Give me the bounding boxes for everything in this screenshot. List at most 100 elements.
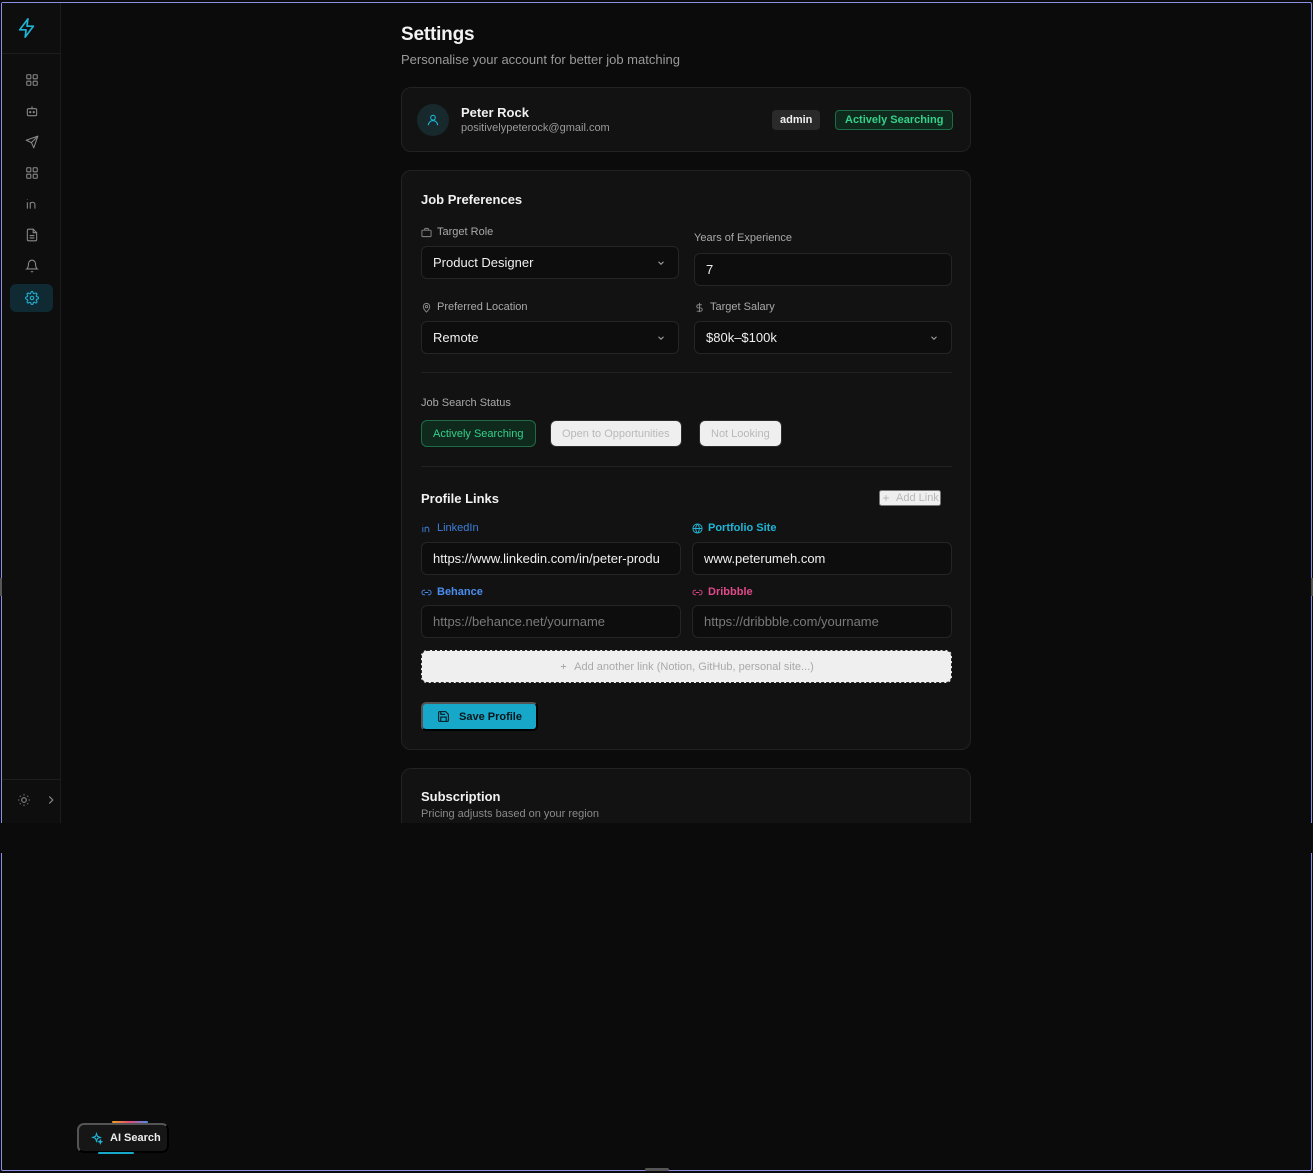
preferred-location-label: Preferred Location [421,301,528,313]
status-badge: Actively Searching [835,110,954,130]
linkedin-icon [26,199,35,209]
linkedin-value: https://www.linkedin.com/in/peter-produ [433,551,660,566]
role-badge: admin [772,110,821,130]
target-role-value: Product Designer [433,255,534,270]
job-search-status-label: Job Search Status [421,397,511,409]
linkedin-label: LinkedIn [421,522,479,534]
behance-input[interactable]: https://behance.net/yourname [421,605,681,638]
dribbble-label: Dribbble [692,586,753,598]
linkedin-label-text: LinkedIn [437,522,479,534]
avatar [417,104,449,136]
bell-icon [24,259,39,273]
add-link-button[interactable]: Add Link [879,490,941,506]
job-preferences-title: Job Preferences [421,192,523,207]
sidebar-item-documents[interactable] [10,221,53,249]
behance-label: Behance [421,586,483,598]
theme-toggle-sun-icon[interactable] [17,793,31,807]
dribbble-input[interactable]: https://dribbble.com/yourname [692,605,952,638]
years-experience-label-text: Years of Experience [694,232,793,244]
sidebar-item-send[interactable] [10,128,53,156]
ai-search-accent-bottom [98,1152,134,1154]
sidebar-item-notifications[interactable] [10,252,53,280]
chevron-down-icon [658,336,664,340]
location-pin-icon [422,302,431,313]
preferred-location-value: Remote [433,330,479,345]
sidebar-bottom-divider [2,779,61,780]
save-icon [438,711,449,722]
plus-icon [883,495,889,501]
profile-links-title: Profile Links [421,491,500,506]
portfolio-value: www.peterumeh.com [704,551,826,566]
status-chip-not-looking[interactable]: Not Looking [699,420,782,447]
preferred-location-label-text: Preferred Location [437,301,528,313]
viewport-clip [0,823,1313,853]
portfolio-label: Portfolio Site [692,522,776,534]
globe-icon [692,522,703,534]
chevron-down-icon [931,336,937,340]
expand-sidebar-chevron-icon[interactable] [44,793,58,807]
grid-icon [25,167,38,179]
document-icon [26,228,37,242]
sidebar-item-dashboard[interactable] [10,66,53,94]
page-header: Settings Personalise your account for be… [401,24,971,67]
section-divider [421,372,952,373]
target-salary-value: $80k–$100k [706,330,777,345]
behance-label-text: Behance [437,586,483,598]
preferred-location-select[interactable]: Remote [421,321,679,354]
linkedin-icon [422,524,430,532]
sparkles-icon [91,1131,103,1145]
target-role-select[interactable]: Product Designer [421,246,679,279]
subscription-subtitle: Pricing adjusts based on your region [421,808,599,820]
dribbble-label-text: Dribbble [708,586,753,598]
window-edge-handle-left [0,578,2,596]
send-icon [25,135,38,149]
status-chip-actively-searching[interactable]: Actively Searching [421,420,536,447]
bolt-logo-icon[interactable] [16,17,38,39]
gear-icon [24,291,39,305]
subscription-title: Subscription [421,789,501,804]
years-experience-input[interactable]: 7 [694,253,952,286]
user-email: positivelypeterock@gmail.com [461,122,610,134]
sidebar-item-grid[interactable] [10,159,53,187]
link-icon [421,589,432,595]
job-preferences-card: Job Preferences Target Role Product Desi… [401,170,971,750]
sidebar-item-bot[interactable] [10,97,53,125]
target-salary-select[interactable]: $80k–$100k [694,321,952,354]
briefcase-icon [421,227,432,237]
ai-search-button[interactable]: AI Search [77,1123,169,1153]
profile-card: Peter Rock positivelypeterock@gmail.com … [401,87,971,152]
page-subtitle: Personalise your account for better job … [401,52,680,67]
years-experience-value: 7 [706,262,714,277]
portfolio-input[interactable]: www.peterumeh.com [692,542,952,575]
status-chip-open-to-opportunities[interactable]: Open to Opportunities [550,420,682,447]
dashboard-icon [25,74,38,86]
add-another-link-label: Add another link (Notion, GitHub, person… [574,660,814,673]
plus-icon [561,663,567,670]
job-search-status-label-text: Job Search Status [421,397,511,409]
save-profile-button[interactable]: Save Profile [421,702,538,731]
page-title: Settings [401,24,475,45]
dollar-icon [696,302,703,312]
scroll-handle[interactable] [645,1168,669,1171]
linkedin-input[interactable]: https://www.linkedin.com/in/peter-produ [421,542,681,575]
target-salary-label-text: Target Salary [710,301,775,313]
sidebar-divider [2,53,61,54]
user-name: Peter Rock [461,105,529,120]
ai-search-label: AI Search [110,1132,161,1144]
sidebar [2,3,61,823]
sidebar-item-linkedin[interactable] [10,190,53,218]
bot-icon [26,106,37,117]
years-experience-label: Years of Experience [694,232,792,244]
portfolio-label-text: Portfolio Site [708,522,777,534]
sidebar-item-settings[interactable] [10,284,53,312]
target-salary-label: Target Salary [694,301,775,313]
save-profile-label: Save Profile [459,710,522,723]
add-link-label: Add Link [896,492,939,504]
target-role-label: Target Role [421,226,493,238]
dribbble-placeholder: https://dribbble.com/yourname [704,614,879,629]
section-divider [421,466,952,467]
add-another-link-button[interactable]: Add another link (Notion, GitHub, person… [421,650,952,683]
target-role-label-text: Target Role [437,226,494,238]
chevron-down-icon [658,261,664,265]
user-icon [427,114,439,126]
